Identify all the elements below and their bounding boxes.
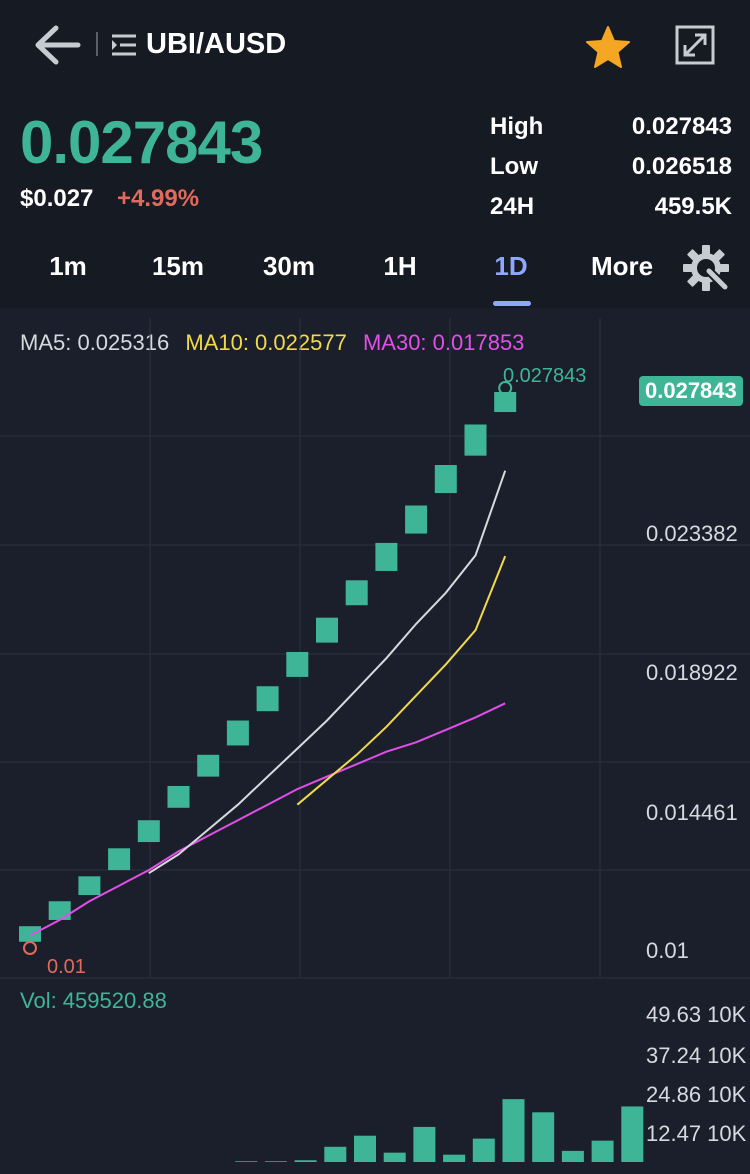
volume-bar	[264, 1161, 287, 1162]
candle	[286, 651, 309, 677]
volume-bar	[413, 1126, 436, 1162]
min-price-label: 0.01	[47, 956, 86, 978]
volume-bar	[502, 1099, 525, 1162]
y-tick-label: 0.023382	[646, 521, 738, 546]
candle	[78, 876, 101, 896]
volume-tick-label: 49.63 10K	[646, 1002, 747, 1027]
volume-bar	[235, 1161, 258, 1162]
candle	[345, 580, 368, 606]
volume-bar	[324, 1146, 347, 1162]
volume-bar	[294, 1160, 317, 1162]
volume-tick-label: 24.86 10K	[646, 1082, 747, 1107]
ma30-line	[29, 702, 506, 937]
volume-bar	[383, 1152, 406, 1162]
y-tick-label: 0.01	[646, 938, 689, 963]
candle	[226, 720, 249, 746]
candle	[48, 901, 71, 920]
candle	[405, 505, 428, 534]
ma5-line	[148, 470, 507, 875]
volume-tick-label: 12.47 10K	[646, 1121, 747, 1146]
volume-bar	[443, 1154, 466, 1162]
ma10-line	[296, 555, 507, 806]
candle	[137, 820, 160, 843]
y-tick-label: 0.014461	[646, 800, 738, 825]
candle	[494, 392, 517, 413]
volume-label: Vol: 459520.88	[20, 988, 167, 1013]
y-tick-label: 0.018922	[646, 660, 738, 685]
candle	[256, 686, 279, 712]
min-price-marker	[23, 941, 37, 955]
volume-bar	[591, 1140, 614, 1162]
volume-bar	[532, 1112, 555, 1162]
candle	[375, 542, 398, 571]
candle	[197, 754, 220, 777]
volume-bar	[472, 1138, 495, 1162]
volume-tick-label: 37.24 10K	[646, 1043, 747, 1068]
max-price-label: 0.027843	[503, 365, 587, 387]
candle	[108, 848, 131, 871]
candle	[19, 926, 41, 942]
last-price-tag: 0.027843	[639, 376, 743, 406]
candle	[167, 785, 190, 808]
candle	[316, 617, 338, 643]
candle	[464, 424, 487, 456]
volume-bar	[621, 1106, 644, 1162]
volume-bar	[561, 1150, 584, 1162]
candle	[434, 465, 457, 494]
volume-bar	[354, 1135, 376, 1162]
